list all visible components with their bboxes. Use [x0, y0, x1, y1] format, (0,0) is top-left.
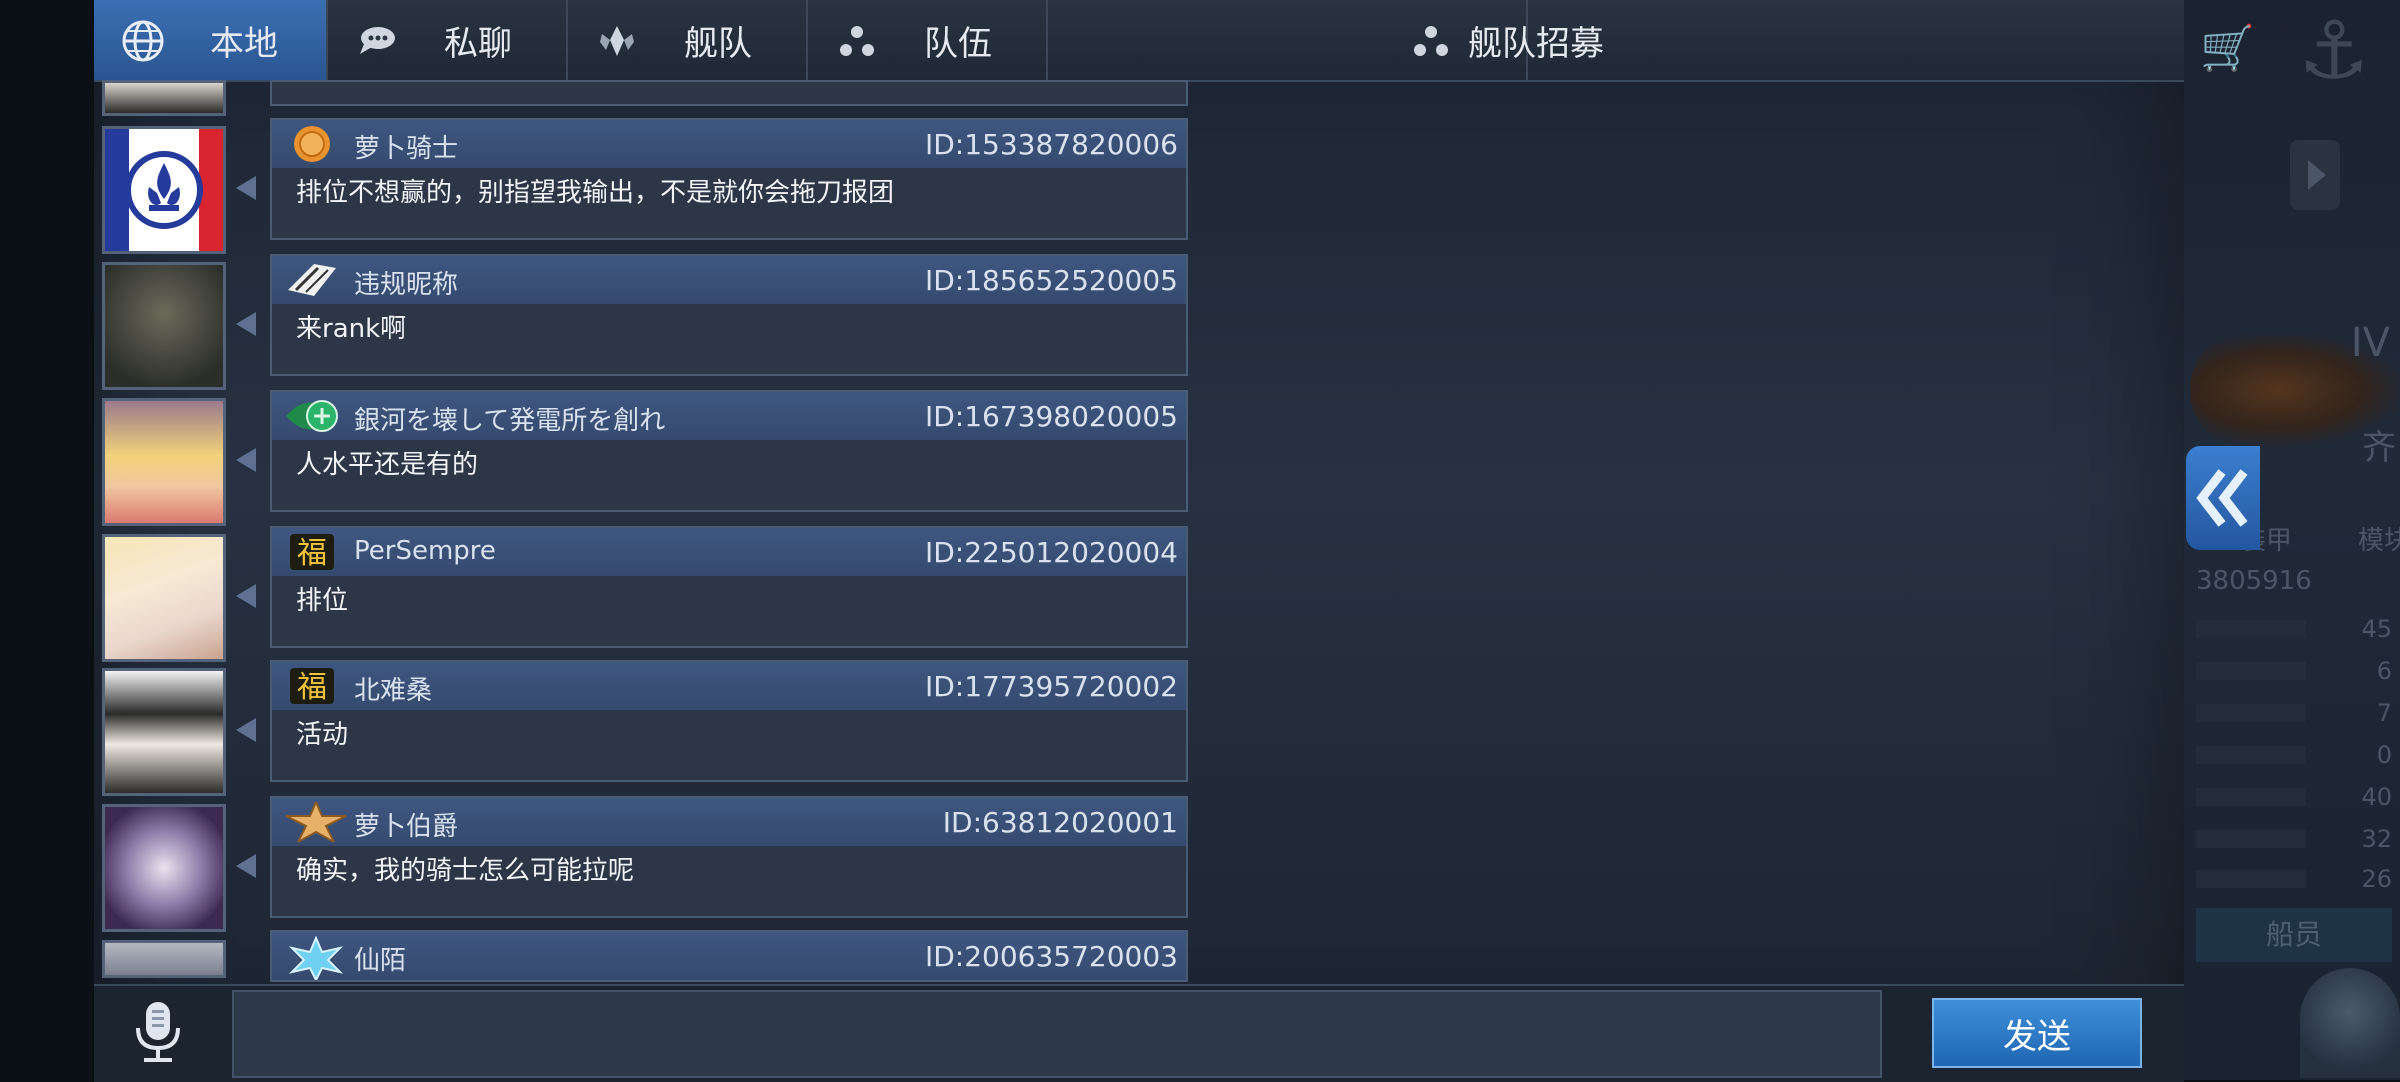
stat-row: 7: [2196, 699, 2392, 727]
stat-row: 6: [2196, 657, 2392, 685]
collapse-panel-button[interactable]: [2186, 446, 2260, 550]
ship-id: 3805916: [2196, 566, 2312, 596]
message-text: 排位不想赢的，别指望我输出，不是就你会拖刀报团: [296, 178, 895, 208]
stat-row: 0: [2196, 741, 2392, 769]
message-text: 人水平还是有的: [296, 450, 479, 480]
ice-crystal-badge: [284, 935, 344, 980]
anchor-icon: ⚓: [2298, 4, 2370, 97]
chat-panel: 本地 私聊 舰队 队伍 舰队招募 萝卜骑士 ID:153387820006 排位…: [94, 0, 2184, 1080]
crew-button: 船员: [2196, 908, 2392, 962]
green-wing-badge: [284, 396, 340, 436]
username[interactable]: PerSempre: [354, 536, 496, 566]
microphone-icon[interactable]: [130, 1000, 186, 1064]
svg-text:福: 福: [297, 536, 327, 571]
message-header: 违规昵称 ID:185652520005: [272, 256, 1186, 304]
user-id: ID:153387820006: [924, 128, 1178, 161]
stat-row: 45: [2196, 615, 2392, 643]
shopping-cart-icon: 🛒: [2200, 23, 2255, 74]
chat-bubble-icon: [354, 18, 400, 64]
chat-message: 銀河を壊して発電所を創れ ID:167398020005 人水平还是有的: [270, 390, 1188, 512]
fu-badge: 福: [284, 532, 340, 572]
team-dots-icon: [1408, 18, 1454, 64]
username[interactable]: 北难桑: [354, 670, 432, 707]
tab-local[interactable]: 本地: [94, 0, 328, 80]
team-dots-icon: [834, 18, 880, 64]
user-id: ID:177395720002: [924, 670, 1178, 703]
message-header: 福 北难桑 ID:177395720002: [272, 662, 1186, 710]
message-header: 萝卜伯爵 ID:63812020001: [272, 798, 1186, 846]
fu-badge: 福: [284, 666, 340, 706]
message-header: 萝卜骑士 ID:153387820006: [272, 120, 1186, 168]
message-text: 确实，我的骑士怎么可能拉呢: [296, 856, 635, 886]
message-pointer: [236, 584, 256, 608]
chat-message: 萝卜骑士 ID:153387820006 排位不想赢的，别指望我输出，不是就你会…: [270, 118, 1188, 240]
chat-message: 仙陌 ID:200635720003: [270, 930, 1188, 982]
ribbon-badge: [284, 260, 340, 300]
chat-tab-bar: 本地 私聊 舰队 队伍 舰队招募: [94, 0, 2184, 82]
tab-label: 舰队: [684, 23, 752, 64]
ship-tier: IV: [2350, 320, 2390, 366]
user-id: ID:63812020001: [942, 806, 1178, 839]
svg-text:福: 福: [297, 670, 327, 705]
chat-input-bar: 发送: [94, 984, 2184, 1082]
user-id: ID:225012020004: [924, 536, 1178, 569]
message-header: 銀河を壊して発電所を創れ ID:167398020005: [272, 392, 1186, 440]
user-avatar[interactable]: [102, 668, 226, 796]
message-text: 排位: [296, 586, 349, 616]
stat-row: 26: [2196, 865, 2392, 893]
orange-medal-badge: [284, 124, 340, 164]
user-avatar[interactable]: [102, 262, 226, 390]
tab-fleet-recruit[interactable]: 舰队招募: [1048, 0, 1604, 80]
username[interactable]: 萝卜伯爵: [354, 806, 458, 843]
stat-row: 32: [2196, 825, 2392, 853]
tab-label: 本地: [210, 23, 278, 64]
chat-message: 违规昵称 ID:185652520005 来rank啊: [270, 254, 1188, 376]
user-avatar[interactable]: [102, 126, 226, 254]
user-avatar[interactable]: [102, 804, 226, 932]
tab-fleet[interactable]: 舰队: [568, 0, 808, 80]
tab-label: 队伍: [924, 23, 992, 64]
tab-label: 私聊: [444, 23, 512, 64]
chat-message: 福 PerSempre ID:225012020004 排位: [270, 526, 1188, 648]
next-arrow-icon: [2290, 140, 2340, 210]
captain-avatar: [2300, 968, 2400, 1078]
tab-modules: 模块: [2357, 526, 2400, 556]
module-tabs: 装甲 模块: [2240, 520, 2400, 557]
chat-message-input[interactable]: [232, 990, 1882, 1078]
username[interactable]: 萝卜骑士: [354, 128, 458, 165]
double-chevron-left-icon: [2196, 469, 2248, 527]
chat-message: 福 北难桑 ID:177395720002 活动: [270, 660, 1188, 782]
message-header: 福 PerSempre ID:225012020004: [272, 528, 1186, 576]
message-text: 活动: [296, 720, 349, 750]
tab-team[interactable]: 队伍: [808, 0, 1048, 80]
message-pointer: [236, 448, 256, 472]
globe-icon: [120, 18, 166, 64]
tab-label: 舰队招募: [1468, 23, 1604, 64]
fleet-emblem-icon: [594, 18, 640, 64]
user-id: ID:185652520005: [924, 264, 1178, 297]
message-pointer: [236, 718, 256, 742]
chat-message: 萝卜伯爵 ID:63812020001 确实，我的骑士怎么可能拉呢: [270, 796, 1188, 918]
message-pointer: [236, 312, 256, 336]
gold-star-badge: [284, 799, 347, 845]
username[interactable]: 违规昵称: [354, 264, 458, 301]
send-button[interactable]: 发送: [1932, 998, 2142, 1068]
message-header: 仙陌 ID:200635720003: [272, 932, 1186, 980]
username[interactable]: 仙陌: [354, 940, 406, 977]
user-avatar[interactable]: [102, 398, 226, 526]
user-avatar[interactable]: [102, 940, 226, 978]
tab-private[interactable]: 私聊: [328, 0, 568, 80]
stat-row: 40: [2196, 783, 2392, 811]
message-pointer: [236, 176, 256, 200]
username[interactable]: 銀河を壊して発電所を創れ: [354, 400, 665, 437]
message-pointer: [236, 854, 256, 878]
chat-message: [270, 80, 1188, 106]
message-text: 来rank啊: [296, 314, 407, 344]
user-id: ID:167398020005: [924, 400, 1178, 433]
user-avatar[interactable]: [102, 534, 226, 662]
user-id: ID:200635720003: [924, 940, 1178, 973]
user-avatar[interactable]: [102, 80, 226, 116]
ship-type-glyph: 齐: [2362, 428, 2396, 468]
